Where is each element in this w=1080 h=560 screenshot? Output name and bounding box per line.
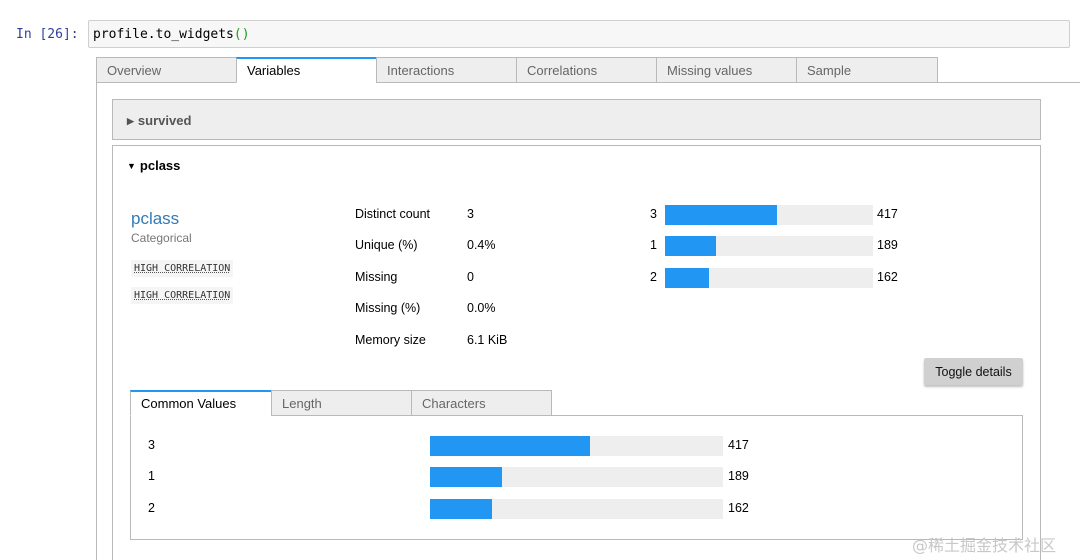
tab-overview[interactable]: Overview (96, 57, 237, 83)
variable-type: Categorical (131, 231, 192, 245)
frequency-label: 2 (650, 270, 657, 284)
code-cell-input[interactable]: profile.to_widgets() (88, 20, 1070, 48)
accordion-survived[interactable]: ▶ survived (112, 99, 1041, 140)
stat-value: 0.4% (467, 238, 496, 252)
common-value-count: 162 (728, 501, 749, 515)
cell-prompt: In [26]: (16, 27, 79, 42)
stat-label: Unique (%) (355, 238, 418, 252)
frequency-bar (665, 236, 716, 256)
frequency-count: 162 (877, 270, 898, 284)
tab-common-values[interactable]: Common Values (130, 390, 272, 416)
stat-label: Missing (%) (355, 301, 421, 315)
frequency-bar-track (665, 236, 873, 256)
frequency-label: 1 (650, 238, 657, 252)
code-text: profile.to_widgets() (93, 27, 250, 42)
code-paren: () (233, 27, 250, 42)
stat-value: 0.0% (467, 301, 496, 315)
common-value-bar-track (430, 436, 723, 456)
caret-right-icon: ▶ (127, 116, 134, 126)
code-main: profile.to_widgets (93, 27, 234, 42)
variable-name: pclass (131, 209, 180, 228)
tab-sample[interactable]: Sample (796, 57, 938, 83)
tab-missing-values[interactable]: Missing values (656, 57, 797, 83)
stat-label: Missing (355, 270, 398, 284)
common-value-bar (430, 436, 590, 456)
tab-correlations[interactable]: Correlations (516, 57, 657, 83)
common-value-bar (430, 467, 503, 487)
tab-variables[interactable]: Variables (236, 57, 377, 83)
frequency-count: 417 (877, 207, 898, 221)
frequency-bar (665, 268, 709, 288)
tab-length[interactable]: Length (271, 390, 412, 416)
stat-value: 6.1 KiB (467, 333, 508, 347)
accordion-label: pclass (139, 158, 181, 173)
high-correlation-badge: HIGH CORRELATION (131, 260, 234, 277)
toggle-details-button[interactable]: Toggle details (924, 358, 1023, 385)
tab-characters[interactable]: Characters (411, 390, 552, 416)
common-value-label: 3 (148, 438, 155, 452)
common-value-count: 417 (728, 438, 749, 452)
accordion-label: survived (137, 113, 192, 128)
common-value-bar-track (430, 467, 723, 487)
frequency-bar (665, 205, 778, 225)
frequency-bar-track (665, 268, 873, 288)
accordion-title-pclass[interactable]: ▼ pclass (127, 158, 180, 173)
tab-interactions[interactable]: Interactions (376, 57, 517, 83)
stat-value: 0 (467, 270, 474, 284)
high-correlation-badge: HIGH CORRELATION (131, 287, 234, 304)
common-value-label: 2 (148, 501, 155, 515)
notebook-page: In [26]: profile.to_widgets() Overview V… (0, 0, 1080, 560)
frequency-bar-track (665, 205, 873, 225)
common-value-bar (430, 499, 493, 519)
watermark: @稀土掘金技术社区 (912, 536, 1057, 555)
frequency-label: 3 (650, 207, 657, 221)
frequency-count: 189 (877, 238, 898, 252)
common-value-label: 1 (148, 469, 155, 483)
stat-label: Distinct count (355, 207, 431, 221)
common-value-count: 189 (728, 469, 749, 483)
stat-label: Memory size (355, 333, 426, 347)
common-value-bar-track (430, 499, 723, 519)
stat-value: 3 (467, 207, 474, 221)
caret-down-icon: ▼ (127, 161, 136, 171)
accordion-title-survived: ▶ survived (127, 113, 191, 128)
